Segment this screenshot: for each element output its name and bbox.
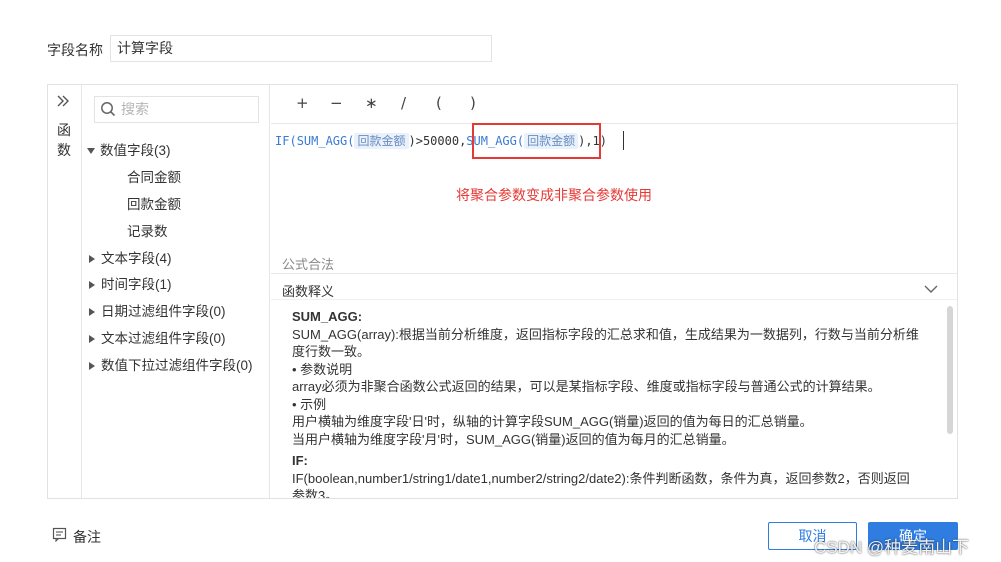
field-chip[interactable]: 回款金额 (354, 133, 409, 149)
example-line: 用户横轴为维度字段'日'时，纵轴的计算字段SUM_AGG(销量)返回的值为每日的… (292, 414, 813, 429)
example-header: • 示例 (292, 396, 327, 412)
minus-button[interactable]: − (330, 94, 343, 112)
formula-text: )>50000, (408, 134, 467, 148)
caret-down-icon (87, 148, 95, 155)
tree-group-text-filter[interactable]: 文本过滤组件字段(0) (87, 327, 226, 347)
tree-group-number-dropdown-filter[interactable]: 数值下拉过滤组件字段(0) (87, 354, 253, 374)
tree-group-numeric[interactable]: 数值字段(3) (87, 139, 171, 159)
function-name-if: IF: (292, 453, 308, 468)
scrollbar-thumb[interactable] (947, 306, 953, 434)
note-icon[interactable] (52, 527, 67, 543)
divider (271, 299, 957, 300)
tree-item-contract-amount[interactable]: 合同金额 (127, 166, 181, 186)
note-label[interactable]: 备注 (73, 527, 101, 547)
tree-group-text[interactable]: 文本字段(4) (87, 247, 172, 267)
tree-group-date-filter[interactable]: 日期过滤组件字段(0) (87, 300, 226, 320)
tree-item-payment-amount[interactable]: 回款金额 (127, 193, 181, 213)
function-description-title[interactable]: 函数释义 (282, 281, 334, 300)
divide-button[interactable]: / (401, 94, 406, 112)
param-header: • 参数说明 (292, 361, 353, 377)
function-name-sum-agg: SUM_AGG: (292, 309, 363, 324)
divider (271, 273, 957, 274)
caret-right-icon (89, 255, 95, 264)
search-icon (100, 101, 116, 117)
double-chevron-right-icon[interactable] (56, 94, 70, 110)
caret-right-icon (89, 362, 95, 371)
functions-tab[interactable]: 函数 (57, 120, 71, 160)
formula-valid-status: 公式合法 (282, 257, 335, 272)
right-paren-button[interactable]: ) (470, 94, 476, 112)
left-paren-button[interactable]: ( (436, 94, 442, 112)
function-definition: IF(boolean,number1/string1/date1,number2… (292, 470, 910, 499)
divider (271, 123, 957, 124)
caret-right-icon (89, 281, 95, 290)
field-name-input[interactable]: 计算字段 (110, 35, 492, 62)
tree-group-time[interactable]: 时间字段(1) (87, 273, 172, 293)
formula-sum-agg: SUM_AGG( (296, 134, 355, 148)
plus-button[interactable]: + (296, 94, 309, 112)
search-input[interactable] (121, 97, 251, 121)
caret-right-icon (89, 308, 95, 317)
caret-right-icon (89, 335, 95, 344)
example-line: 当用户横轴为维度字段'月'时，SUM_AGG(销量)返回的值为每月的汇总销量。 (292, 431, 735, 447)
multiply-button[interactable]: ∗ (365, 94, 378, 112)
function-description-body: SUM_AGG: SUM_AGG(array):根据当前分析维度，返回指标字段的… (292, 308, 922, 498)
chevron-down-icon[interactable] (924, 282, 938, 294)
highlight-annotation-box (472, 123, 601, 159)
text-cursor (623, 131, 624, 150)
annotation-text: 将聚合参数变成非聚合参数使用 (456, 187, 652, 203)
field-name-label: 字段名称 (47, 42, 103, 58)
formula-if: IF( (275, 134, 297, 148)
param-text: array必须为非聚合函数公式返回的结果，可以是某指标字段、维度或指标字段与普通… (292, 379, 881, 394)
function-definition: SUM_AGG(array):根据当前分析维度，返回指标字段的汇总求和值，生成结… (292, 326, 919, 360)
watermark: CSDN @种麦南山下 (814, 538, 970, 557)
tree-item-record-count[interactable]: 记录数 (127, 220, 168, 240)
